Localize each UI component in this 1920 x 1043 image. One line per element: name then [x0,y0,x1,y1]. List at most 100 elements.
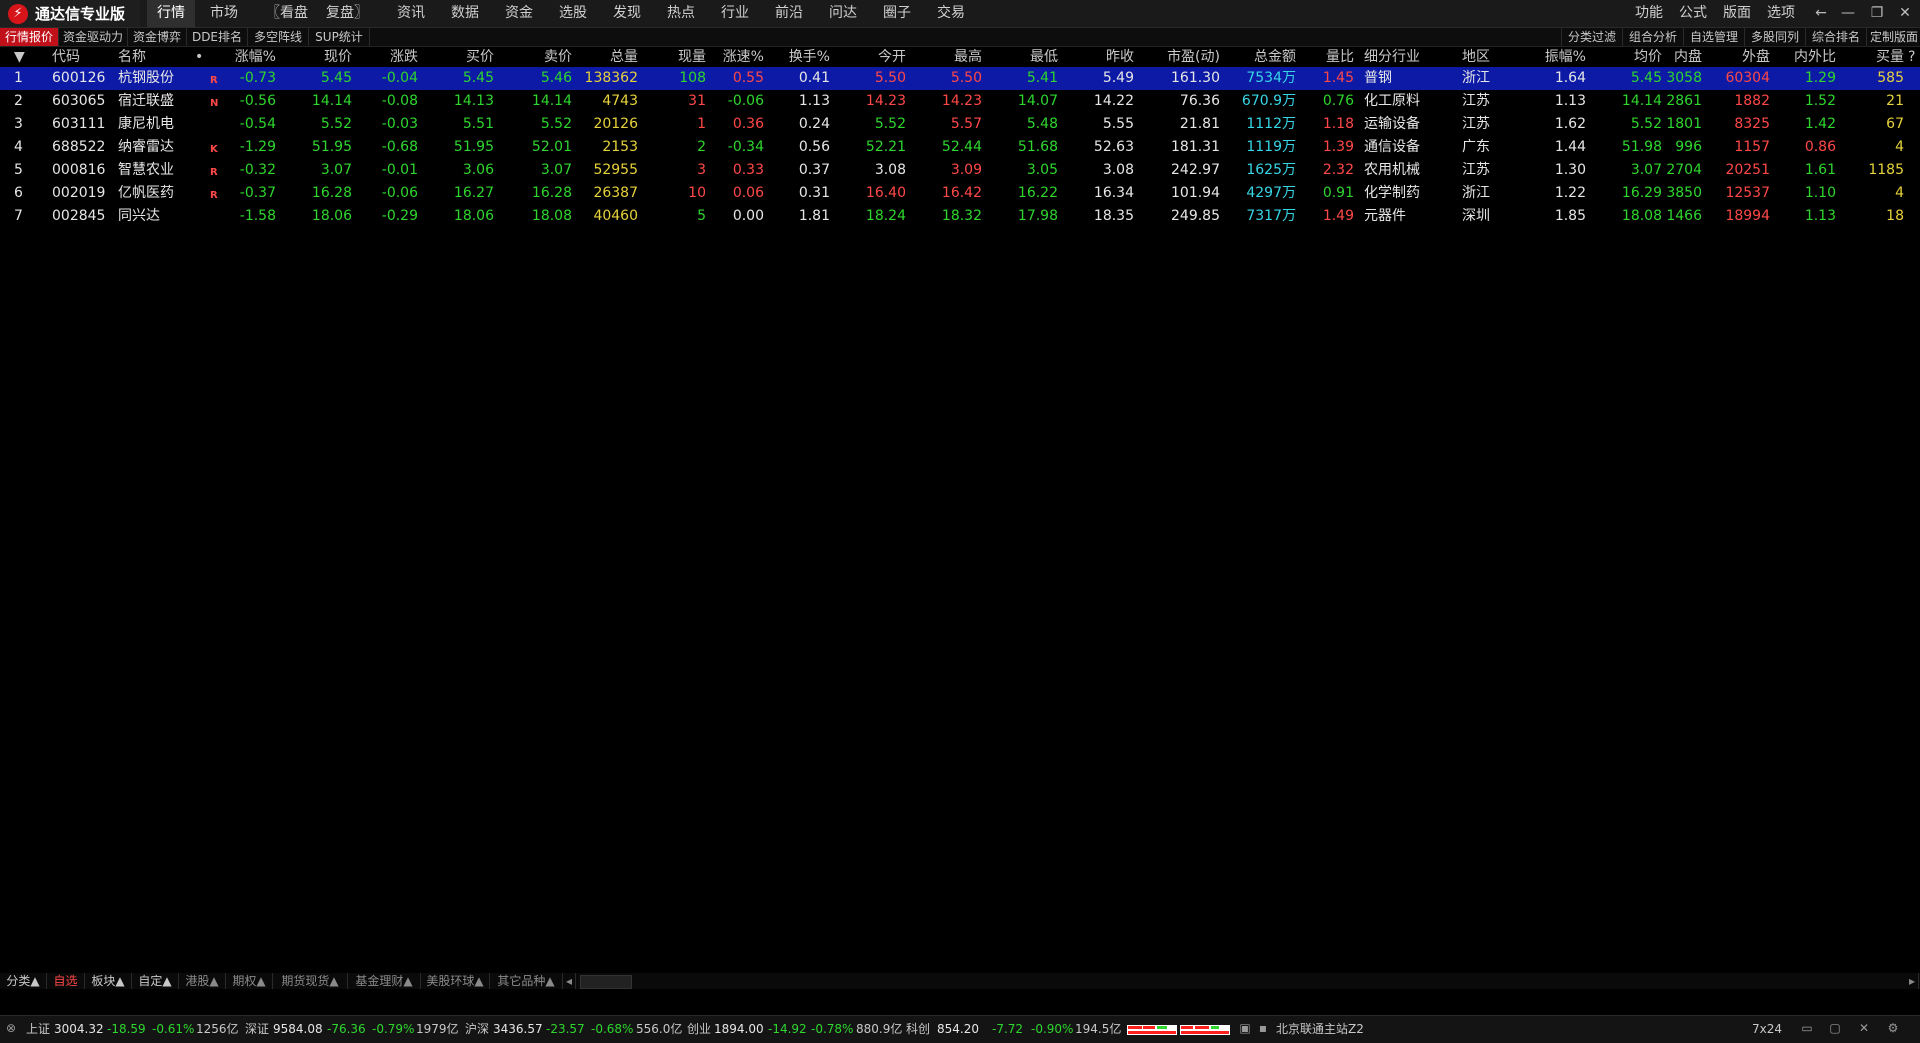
tab-category-filter[interactable]: 分类过滤 [1561,28,1622,46]
menu-funds[interactable]: 资金 [497,0,541,27]
table-row[interactable]: 6 002019 亿帆医药 R -0.37 16.28 -0.06 16.27 16.28 263… [0,182,1920,205]
col-open[interactable]: 今开 [834,47,906,67]
table-row[interactable]: 7 002845 同兴达 -1.58 18.06 -0.29 18.06 18.08 40460… [0,205,1920,228]
table-row[interactable]: 3 603111 康尼机电 -0.54 5.52 -0.03 5.51 5.52 20126 1 0… [0,113,1920,136]
col-io-ratio[interactable]: 内外比 [1774,47,1836,67]
tab-quote-list[interactable]: 行情报价 [0,28,59,46]
cat-tab-other[interactable]: 其它品种▲ [490,973,563,989]
col-name[interactable]: 名称 [118,47,146,67]
menu-data[interactable]: 数据 [443,0,487,27]
settings-icon[interactable]: ⚙ [1886,1021,1900,1035]
index-name[interactable]: 沪深 [465,1016,489,1043]
tab-custom-layout[interactable]: 定制版面 [1866,28,1920,46]
menu-discover[interactable]: 发现 [605,0,649,27]
tab-fund-game[interactable]: 资金博弈 [128,28,187,46]
tab-dde-rank[interactable]: DDE排名 [187,28,248,46]
menu-replay[interactable]: 复盘〗 [322,0,372,27]
tab-overall-rank[interactable]: 综合排名 [1805,28,1866,46]
col-region[interactable]: 地区 [1462,47,1490,67]
menu-stock-picker[interactable]: 选股 [551,0,595,27]
col-volume-ratio[interactable]: 量比 [1300,47,1354,67]
col-high[interactable]: 最高 [910,47,982,67]
menu-industry[interactable]: 行业 [713,0,757,27]
collapse-icon[interactable]: ⊗ [4,1021,18,1035]
tab-fund-drive[interactable]: 资金驱动力 [59,28,128,46]
cat-tab-futures[interactable]: 期货现货▲ [273,973,348,989]
menu-function[interactable]: 功能 [1635,0,1663,27]
table-row[interactable]: 4 688522 纳睿雷达 K -1.29 51.95 -0.68 51.95 52.01 215… [0,136,1920,159]
menu-options[interactable]: 选项 [1767,0,1795,27]
camera-icon[interactable]: ▣ [1238,1021,1252,1035]
col-low[interactable]: 最低 [986,47,1058,67]
table-row[interactable]: 1 600126 杭钢股份 R -0.73 5.45 -0.04 5.45 5.46 138362… [0,67,1920,90]
menu-market[interactable]: 市场 [200,0,248,27]
prev-close: 52.63 [1093,139,1134,155]
col-volume[interactable]: 总量 [576,47,638,67]
col-code[interactable]: 代码 [52,47,80,67]
menu-news[interactable]: 资讯 [389,0,433,27]
tab-long-short[interactable]: 多空阵线 [248,28,309,46]
menu-trade[interactable]: 交易 [929,0,973,27]
table-row[interactable]: 2 603065 宿迁联盛 N -0.56 14.14 -0.08 14.13 14.14 474… [0,90,1920,113]
menu-hot[interactable]: 热点 [659,0,703,27]
cat-tab-hk[interactable]: 港股▲ [179,973,226,989]
col-bid-volume[interactable]: 买量 [1840,47,1904,67]
tab-sup-stats[interactable]: SUP统计 [309,28,370,46]
restore-icon[interactable]: ❐ [1864,0,1890,27]
menu-layout[interactable]: 版面 [1723,0,1751,27]
col-current-volume[interactable]: 现量 [642,47,706,67]
col-avg-price[interactable]: 均价 [1590,47,1662,67]
cat-tab-options[interactable]: 期权▲ [226,973,273,989]
message-icon[interactable]: ▢ [1828,1021,1842,1035]
mute-icon[interactable]: ✕ [1857,1021,1871,1035]
keyboard-icon[interactable]: ▭ [1800,1021,1814,1035]
cat-tab-sector[interactable]: 板块▲ [85,973,132,989]
col-ask[interactable]: 卖价 [498,47,572,67]
col-prev-close[interactable]: 昨收 [1062,47,1134,67]
amount: 7534万 [1246,70,1296,86]
col-pe[interactable]: 市盈(动) [1138,47,1220,67]
scroll-left-icon[interactable]: ◂ [563,973,576,989]
menu-formula[interactable]: 公式 [1679,0,1707,27]
col-change[interactable]: 涨跌 [356,47,418,67]
cat-tab-funds[interactable]: 基金理财▲ [348,973,421,989]
cat-tab-watchlist[interactable]: 自选 [47,973,85,989]
tab-multi-stock[interactable]: 多股同列 [1744,28,1805,46]
col-change-pct[interactable]: 涨幅% [210,47,276,67]
cat-tab-us-global[interactable]: 美股环球▲ [421,973,490,989]
col-speed[interactable]: 涨速% [710,47,764,67]
menu-quotes[interactable]: 行情 [147,0,195,27]
tab-watchlist-manage[interactable]: 自选管理 [1683,28,1744,46]
cat-tab-category[interactable]: 分类▲ [0,973,47,989]
index-name[interactable]: 科创 [906,1016,930,1043]
scroll-right-icon[interactable]: ▸ [1906,973,1919,989]
menu-frontier[interactable]: 前沿 [767,0,811,27]
col-industry[interactable]: 细分行业 [1364,47,1420,67]
sort-menu-icon[interactable]: ▼ [14,47,28,67]
col-turnover[interactable]: 换手% [768,47,830,67]
col-outer[interactable]: 外盘 [1706,47,1770,67]
col-tag[interactable]: • [195,47,203,67]
menu-ask[interactable]: 问达 [821,0,865,27]
cat-tab-custom[interactable]: 自定▲ [132,973,179,989]
server-label[interactable]: 北京联通主站Z2 [1276,1016,1364,1043]
menu-watch[interactable]: 〖看盘 [262,0,312,27]
session-label[interactable]: 7x24 [1752,1016,1782,1043]
menu-circle[interactable]: 圈子 [875,0,919,27]
index-name[interactable]: 深证 [245,1016,269,1043]
tab-portfolio-analysis[interactable]: 组合分析 [1622,28,1683,46]
back-icon[interactable]: ← [1808,0,1834,27]
help-icon[interactable]: ? [1908,47,1915,67]
col-amplitude[interactable]: 振幅% [1516,47,1586,67]
index-name[interactable]: 创业 [687,1016,711,1043]
table-row[interactable]: 5 000816 智慧农业 R -0.32 3.07 -0.01 3.06 3.07 52955 3… [0,159,1920,182]
col-inner[interactable]: 内盘 [1666,47,1702,67]
col-price[interactable]: 现价 [280,47,352,67]
index-name[interactable]: 上证 [26,1016,50,1043]
col-bid[interactable]: 买价 [422,47,494,67]
horizontal-scrollbar[interactable] [580,975,632,989]
col-amount[interactable]: 总金额 [1224,47,1296,67]
minimize-icon[interactable]: — [1835,0,1861,27]
close-icon[interactable]: ✕ [1892,0,1918,27]
current-volume: 108 [679,70,706,86]
